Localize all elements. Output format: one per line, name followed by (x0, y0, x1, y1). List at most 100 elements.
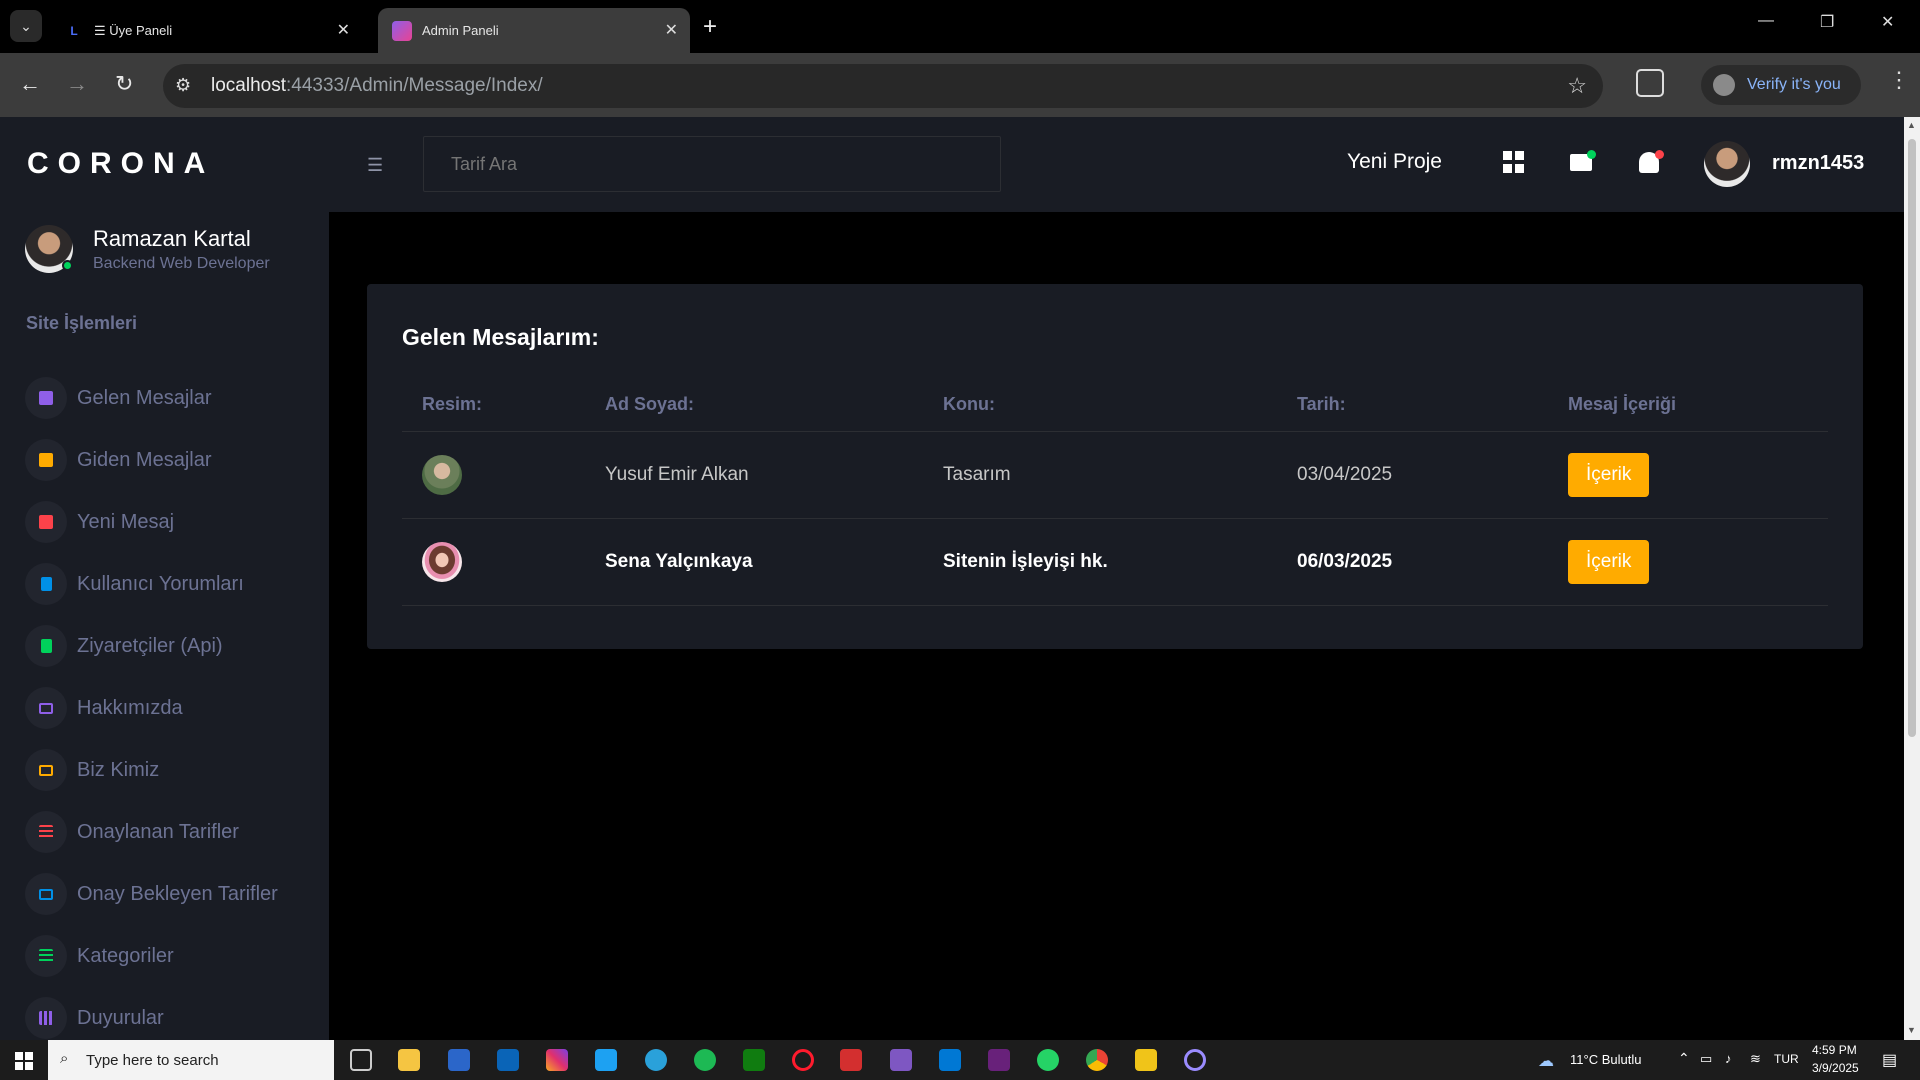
sidebar-item-onay-bekleyen-tarifler[interactable]: Onay Bekleyen Tarifler (25, 863, 325, 925)
site-info-icon[interactable]: ⚙ (175, 75, 191, 96)
sidebar: CORONA Ramazan Kartal Backend Web Develo… (0, 117, 329, 1040)
message-icon (25, 501, 67, 543)
sidebar-item-kategoriler[interactable]: Kategoriler (25, 925, 325, 987)
task-view-icon[interactable] (350, 1049, 372, 1071)
forward-icon[interactable]: → (66, 71, 88, 97)
tab-admin-paneli[interactable]: Admin Paneli ✕ (378, 8, 690, 53)
column-header: Resim: (402, 379, 585, 432)
sidebar-item-kullanici-yorumlari[interactable]: Kullanıcı Yorumları (25, 553, 325, 615)
column-header: Ad Soyad: (585, 379, 923, 432)
minimize-icon[interactable]: — (1758, 12, 1774, 30)
site-favicon: L (70, 23, 78, 38)
battery-icon[interactable]: ▭ (1700, 1051, 1712, 1067)
opera-icon[interactable] (792, 1049, 814, 1071)
back-icon[interactable]: ← (19, 71, 41, 97)
message-subject: Tasarım (923, 431, 1277, 519)
search-input[interactable] (423, 136, 1001, 192)
sidebar-item-label: Onaylanan Tarifler (77, 820, 239, 843)
tab-title: ☰ Üye Paneli (94, 22, 173, 38)
sidebar-item-label: Kategoriler (77, 944, 174, 967)
sidebar-item-onaylanan-tarifler[interactable]: Onaylanan Tarifler (25, 801, 325, 863)
clock-time[interactable]: 4:59 PM (1812, 1043, 1857, 1057)
whatsapp-icon[interactable] (1037, 1049, 1059, 1071)
window-close-icon[interactable]: ✕ (1881, 12, 1894, 32)
message-icon (25, 439, 67, 481)
column-header: Konu: (923, 379, 1277, 432)
restore-icon[interactable]: ❐ (1820, 12, 1834, 32)
new-tab-button[interactable]: + (703, 13, 717, 41)
instagram-icon[interactable] (546, 1049, 568, 1071)
message-date: 03/04/2025 (1277, 431, 1548, 519)
menu-toggle-icon[interactable]: ☰ (367, 155, 383, 176)
top-navbar: ☰ Yeni Proje rmzn1453 (329, 117, 1904, 212)
nav-username[interactable]: rmzn1453 (1772, 152, 1864, 175)
tab-uye-paneli[interactable]: L ☰ Üye Paneli ✕ (50, 8, 362, 53)
avatar (25, 225, 73, 273)
new-project-link[interactable]: Yeni Proje (1347, 150, 1442, 174)
language-indicator[interactable]: TUR (1774, 1052, 1799, 1066)
notification-center-icon[interactable]: ▤ (1882, 1050, 1897, 1070)
visual-studio-icon[interactable] (890, 1049, 912, 1071)
tab-search-button[interactable]: ⌄ (10, 10, 42, 42)
reload-icon[interactable]: ↻ (115, 71, 133, 97)
sidebar-item-ziyaretciler[interactable]: Ziyaretçiler (Api) (25, 615, 325, 677)
sidebar-item-giden-mesajlar[interactable]: Giden Mesajlar (25, 429, 325, 491)
volume-icon[interactable]: ♪ (1725, 1051, 1732, 1066)
bell-notification-dot (1655, 150, 1664, 159)
taskbar-search[interactable]: ⌕ Type here to search (48, 1040, 334, 1080)
xbox-icon[interactable] (743, 1049, 765, 1071)
chrome-icon[interactable] (1086, 1049, 1108, 1071)
view-content-button[interactable]: İçerik (1568, 539, 1650, 584)
sidebar-item-label: Duyurular (77, 1006, 164, 1029)
column-header: Mesaj İçeriği (1548, 379, 1828, 432)
app-icon[interactable] (1184, 1049, 1206, 1071)
store-icon[interactable] (448, 1049, 470, 1071)
laptop-icon (25, 749, 67, 791)
file-icon (25, 563, 67, 605)
avatar[interactable] (1704, 141, 1750, 187)
extensions-icon[interactable] (1636, 69, 1664, 97)
view-content-button[interactable]: İçerik (1568, 452, 1650, 497)
wifi-icon[interactable]: ≋ (1750, 1051, 1761, 1067)
scroll-down-icon[interactable]: ▼ (1907, 1025, 1916, 1035)
mail-notification-dot (1587, 150, 1596, 159)
messages-table: Resim: Ad Soyad: Konu: Tarih: Mesaj İçer… (402, 379, 1828, 606)
sidebar-item-yeni-mesaj[interactable]: Yeni Mesaj (25, 491, 325, 553)
scroll-up-icon[interactable]: ▲ (1907, 120, 1916, 130)
browser-menu-icon[interactable]: ⋮ (1888, 67, 1910, 93)
table-icon (25, 997, 67, 1039)
vscode-icon[interactable] (939, 1049, 961, 1071)
messages-card: Gelen Mesajlarım: Resim: Ad Soyad: Konu:… (367, 284, 1863, 649)
scrollbar-thumb[interactable] (1908, 139, 1916, 737)
clock-date[interactable]: 3/9/2025 (1812, 1061, 1859, 1075)
sidebar-item-duyurular[interactable]: Duyurular (25, 987, 325, 1040)
verify-profile-button[interactable]: Verify it's you (1701, 65, 1861, 105)
apps-grid-icon[interactable] (1503, 151, 1525, 173)
close-icon[interactable]: ✕ (665, 20, 678, 40)
spotify-icon[interactable] (694, 1049, 716, 1071)
page-scrollbar[interactable]: ▲ ▼ (1904, 117, 1920, 1040)
bookmark-star-icon[interactable]: ☆ (1567, 73, 1587, 99)
address-bar[interactable]: ⚙ localhost:44333/Admin/Message/Index/ ☆ (163, 64, 1603, 108)
sidebar-item-gelen-mesajlar[interactable]: Gelen Mesajlar (25, 367, 325, 429)
app-icon[interactable] (1135, 1049, 1157, 1071)
file-explorer-icon[interactable] (398, 1049, 420, 1071)
windows-start-icon[interactable] (15, 1052, 33, 1070)
weather-icon: ☁ (1538, 1053, 1554, 1070)
outlook-icon[interactable] (497, 1049, 519, 1071)
profile-role: Backend Web Developer (93, 254, 270, 272)
verify-label: Verify it's you (1747, 76, 1841, 93)
chevron-up-icon[interactable]: ⌃ (1678, 1050, 1690, 1067)
sidebar-item-hakkimizda[interactable]: Hakkımızda (25, 677, 325, 739)
laptop-icon (25, 873, 67, 915)
twitter-icon[interactable] (595, 1049, 617, 1071)
os-taskbar: ⌕ Type here to search ☁ 11°C Bulutlu ⌃ ▭… (0, 1040, 1920, 1080)
sender-name: Yusuf Emir Alkan (585, 431, 923, 519)
app-icon[interactable] (840, 1049, 862, 1071)
visual-studio-icon[interactable] (988, 1049, 1010, 1071)
weather-text[interactable]: 11°C Bulutlu (1570, 1052, 1641, 1067)
brand-logo[interactable]: CORONA (27, 147, 214, 181)
telegram-icon[interactable] (645, 1049, 667, 1071)
close-icon[interactable]: ✕ (337, 20, 350, 40)
sidebar-item-biz-kimiz[interactable]: Biz Kimiz (25, 739, 325, 801)
